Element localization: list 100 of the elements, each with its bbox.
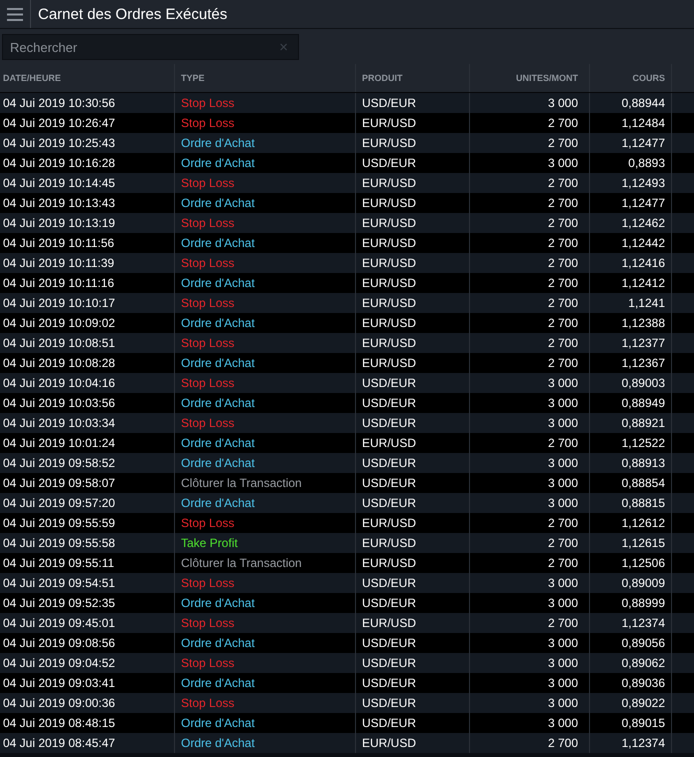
table-cell: 3 000 (548, 656, 578, 670)
column-header[interactable]: UNITES/MONT (470, 64, 590, 92)
table-cell: 04 Jui 2019 10:11:56 (3, 236, 114, 250)
table-cell: EUR/USD (362, 116, 416, 130)
table-cell: 0,88999 (622, 596, 665, 610)
order-type: Ordre d'Achat (181, 156, 255, 170)
table-cell: 3 000 (548, 636, 578, 650)
table-cell: EUR/USD (362, 616, 416, 630)
table-cell: EUR/USD (362, 136, 416, 150)
column-header[interactable]: PRODUIT (356, 64, 470, 92)
table-cell: EUR/USD (362, 276, 416, 290)
order-type: Stop Loss (181, 576, 234, 590)
table-cell: EUR/USD (362, 336, 416, 350)
column-header[interactable]: COURS (590, 64, 672, 92)
table-cell: 1,12615 (622, 536, 665, 550)
table-cell: 2 700 (548, 736, 578, 750)
table-cell: 3 000 (548, 96, 578, 110)
table-cell: 04 Jui 2019 10:30:56 (3, 96, 116, 110)
table-cell: 04 Jui 2019 09:55:11 (3, 556, 114, 570)
table-cell: 04 Jui 2019 10:01:24 (3, 436, 116, 450)
table-cell: 0,89022 (622, 696, 665, 710)
table-cell: 1,1241 (628, 296, 665, 310)
table-cell: 2 700 (548, 536, 578, 550)
table-cell: 3 000 (548, 376, 578, 390)
table-cell: 2 700 (548, 616, 578, 630)
order-type: Ordre d'Achat (181, 496, 255, 510)
order-type: Ordre d'Achat (181, 396, 255, 410)
table-cell: 04 Jui 2019 10:08:51 (3, 336, 116, 350)
table-cell: 2 700 (548, 116, 578, 130)
table-cell: 04 Jui 2019 10:16:28 (3, 156, 116, 170)
table-cell: EUR/USD (362, 256, 416, 270)
order-type: Ordre d'Achat (181, 356, 255, 370)
table-cell: 1,12377 (622, 336, 665, 350)
table-cell: 3 000 (548, 676, 578, 690)
menu-icon (7, 8, 23, 20)
table-cell: EUR/USD (362, 176, 416, 190)
table-cell: USD/EUR (362, 376, 416, 390)
table-cell: 04 Jui 2019 10:11:16 (3, 276, 114, 290)
order-type: Stop Loss (181, 176, 234, 190)
table-cell: 0,8893 (628, 156, 665, 170)
order-type: Stop Loss (181, 216, 234, 230)
table-cell: 0,88815 (622, 496, 665, 510)
table-cell: 0,88949 (622, 396, 665, 410)
table-cell: USD/EUR (362, 156, 416, 170)
table-cell: 0,89036 (622, 676, 665, 690)
table-cell: 2 700 (548, 216, 578, 230)
order-type: Stop Loss (181, 656, 234, 670)
table-cell: USD/EUR (362, 656, 416, 670)
table-cell: 1,12374 (622, 616, 665, 630)
table-cell: EUR/USD (362, 556, 416, 570)
table-cell: 1,12367 (622, 356, 665, 370)
table-cell: 3 000 (548, 496, 578, 510)
table-cell: USD/EUR (362, 396, 416, 410)
table-cell: 2 700 (548, 256, 578, 270)
column-header[interactable]: TYPE (175, 64, 356, 92)
table-cell: 1,12374 (622, 736, 665, 750)
table-cell: 2 700 (548, 276, 578, 290)
table-cell: 04 Jui 2019 09:03:41 (3, 676, 116, 690)
order-type: Stop Loss (181, 416, 234, 430)
table-cell: 3 000 (548, 456, 578, 470)
order-type: Stop Loss (181, 336, 234, 350)
order-type: Ordre d'Achat (181, 676, 255, 690)
table-cell: 2 700 (548, 516, 578, 530)
order-type: Ordre d'Achat (181, 716, 255, 730)
table-cell: 04 Jui 2019 10:26:47 (3, 116, 116, 130)
table-cell: USD/EUR (362, 96, 416, 110)
window-title: Carnet des Ordres Exécutés (38, 6, 228, 22)
table-cell: 04 Jui 2019 09:57:20 (3, 496, 116, 510)
table-cell: 3 000 (548, 416, 578, 430)
order-type: Clôturer la Transaction (181, 476, 302, 490)
table-cell: 3 000 (548, 596, 578, 610)
order-type: Ordre d'Achat (181, 456, 255, 470)
column-header[interactable]: DATE/HEURE (0, 64, 175, 92)
table-cell: 0,89009 (622, 576, 665, 590)
table-cell: 04 Jui 2019 10:04:16 (3, 376, 116, 390)
table-cell: 04 Jui 2019 09:04:52 (3, 656, 116, 670)
table-cell: 2 700 (548, 356, 578, 370)
order-type: Stop Loss (181, 256, 234, 270)
table-cell: USD/EUR (362, 716, 416, 730)
table-cell: EUR/USD (362, 236, 416, 250)
table-cell: 3 000 (548, 396, 578, 410)
table-cell: 1,12522 (622, 436, 665, 450)
table-cell: 04 Jui 2019 08:45:47 (3, 736, 116, 750)
table-cell: 04 Jui 2019 10:10:17 (3, 296, 116, 310)
order-type: Take Profit (181, 536, 238, 550)
table-cell: USD/EUR (362, 596, 416, 610)
table-cell: 0,88913 (622, 456, 665, 470)
table-cell: EUR/USD (362, 536, 416, 550)
table-cell: 04 Jui 2019 10:03:56 (3, 396, 116, 410)
table-cell: 04 Jui 2019 10:14:45 (3, 176, 116, 190)
table-cell: 0,89003 (622, 376, 665, 390)
table-cell: USD/EUR (362, 416, 416, 430)
table-cell: EUR/USD (362, 436, 416, 450)
table-cell: 2 700 (548, 436, 578, 450)
table-cell: EUR/USD (362, 196, 416, 210)
table-cell: 04 Jui 2019 10:25:43 (3, 136, 116, 150)
table-cell: USD/EUR (362, 676, 416, 690)
table-cell: USD/EUR (362, 636, 416, 650)
order-type: Ordre d'Achat (181, 736, 255, 750)
order-type: Stop Loss (181, 696, 234, 710)
